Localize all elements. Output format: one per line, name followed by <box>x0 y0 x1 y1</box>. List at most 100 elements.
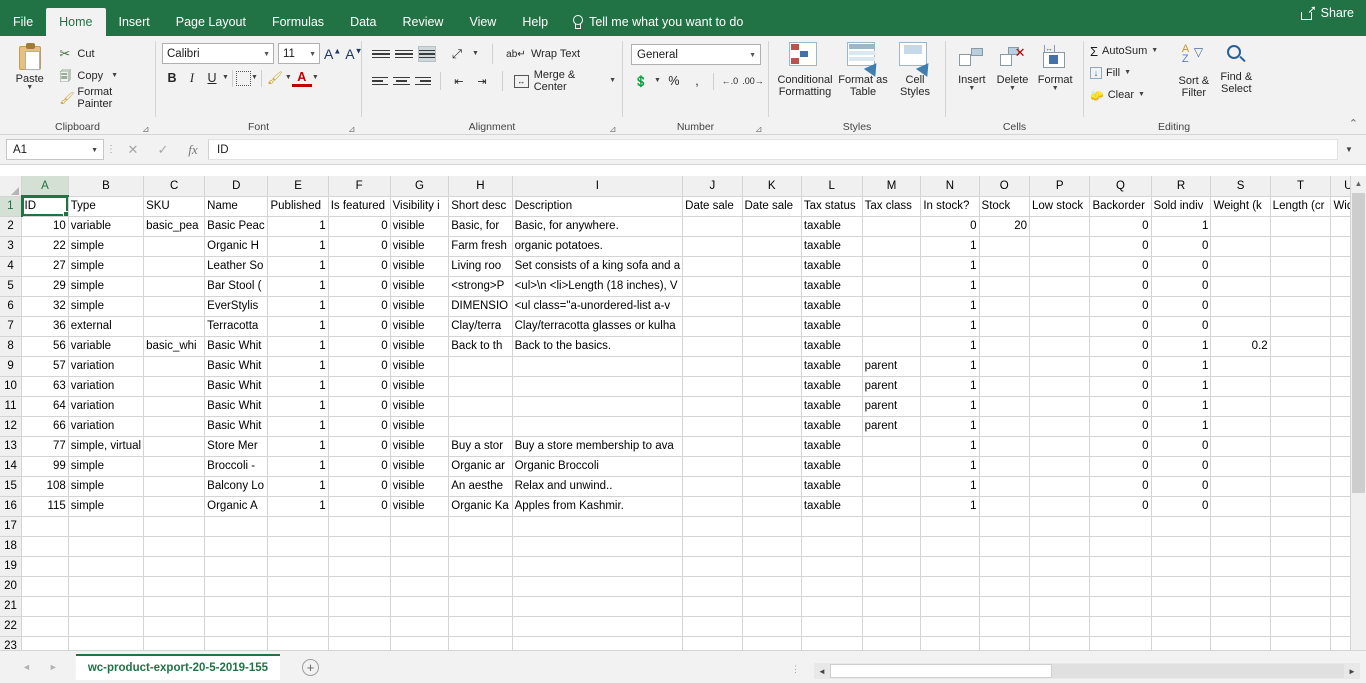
grid-cell[interactable]: Organic Broccoli <box>512 456 683 476</box>
row-header-11[interactable]: 11 <box>0 396 22 416</box>
grid-cell[interactable] <box>1030 536 1090 556</box>
grid-cell[interactable] <box>979 456 1029 476</box>
grid-cell[interactable] <box>1211 396 1270 416</box>
grid-cell[interactable] <box>742 376 801 396</box>
grid-cell[interactable] <box>742 556 801 576</box>
grid-cell[interactable] <box>268 616 328 636</box>
grid-cell[interactable]: external <box>68 316 143 336</box>
grid-cell[interactable]: Bar Stool ( <box>205 276 268 296</box>
align-left-button[interactable] <box>372 73 388 89</box>
grid-cell[interactable]: 0 <box>328 376 390 396</box>
paste-dropdown-caret[interactable]: ▼ <box>26 85 33 91</box>
header-cell[interactable]: Weight (k <box>1211 196 1270 216</box>
grid-cell[interactable] <box>979 616 1029 636</box>
header-cell[interactable]: Tax class <box>862 196 921 216</box>
grid-cell[interactable] <box>862 476 921 496</box>
grid-cell[interactable]: Relax and unwind.. <box>512 476 683 496</box>
grid-cell[interactable] <box>979 556 1029 576</box>
row-header-5[interactable]: 5 <box>0 276 22 296</box>
grid-cell[interactable] <box>1030 636 1090 650</box>
grid-cell[interactable] <box>683 296 742 316</box>
row-header-4[interactable]: 4 <box>0 256 22 276</box>
grid-cell[interactable] <box>1211 536 1270 556</box>
grid-cell[interactable] <box>1090 576 1151 596</box>
grid-cell[interactable]: taxable <box>801 236 862 256</box>
grid-cell[interactable] <box>268 536 328 556</box>
grid-cell[interactable]: Organic A <box>205 496 268 516</box>
accounting-format-button[interactable]: 💲 <box>631 71 651 91</box>
grid-cell[interactable]: taxable <box>801 336 862 356</box>
grid-cell[interactable] <box>1151 516 1211 536</box>
column-header-e[interactable]: E <box>268 176 328 196</box>
column-header-b[interactable]: B <box>68 176 143 196</box>
grid-cell[interactable] <box>512 396 683 416</box>
borders-button[interactable] <box>236 71 251 86</box>
align-right-button[interactable] <box>415 73 431 89</box>
column-header-p[interactable]: P <box>1030 176 1090 196</box>
grid-cell[interactable]: 32 <box>22 296 69 316</box>
grid-cell[interactable] <box>22 516 69 536</box>
grid-cell[interactable] <box>144 256 205 276</box>
grid-cell[interactable] <box>144 236 205 256</box>
grid-cell[interactable] <box>979 536 1029 556</box>
grid-cell[interactable]: 1 <box>921 436 979 456</box>
grid-cell[interactable] <box>512 356 683 376</box>
accounting-dropdown-caret[interactable]: ▼ <box>654 78 661 84</box>
grid-cell[interactable]: simple <box>68 236 143 256</box>
grid-cell[interactable]: visible <box>390 296 449 316</box>
grid-cell[interactable]: parent <box>862 376 921 396</box>
grid-cell[interactable] <box>801 616 862 636</box>
column-header-i[interactable]: I <box>512 176 683 196</box>
scroll-left-arrow[interactable]: ◄ <box>814 667 830 676</box>
grid-cell[interactable] <box>1030 276 1090 296</box>
grid-cell[interactable]: Basic, for <box>449 216 512 236</box>
insert-function-button[interactable]: fx <box>178 142 208 158</box>
column-header-r[interactable]: R <box>1151 176 1211 196</box>
grid-cell[interactable] <box>1270 616 1331 636</box>
grid-cell[interactable] <box>862 576 921 596</box>
grid-cell[interactable]: Broccoli - <box>205 456 268 476</box>
grid-cell[interactable] <box>1030 356 1090 376</box>
grid-cell[interactable] <box>801 516 862 536</box>
grid-cell[interactable] <box>68 516 143 536</box>
grid-cell[interactable]: 0 <box>328 216 390 236</box>
grid-cell[interactable]: 1 <box>268 376 328 396</box>
grid-cell[interactable]: Basic Peac <box>205 216 268 236</box>
row-header-16[interactable]: 16 <box>0 496 22 516</box>
grid-cell[interactable] <box>862 616 921 636</box>
grid-cell[interactable] <box>1270 336 1331 356</box>
row-header-19[interactable]: 19 <box>0 556 22 576</box>
wrap-text-button[interactable]: Wrap Text <box>531 48 580 60</box>
grid-cell[interactable]: Balcony Lo <box>205 476 268 496</box>
column-header-k[interactable]: K <box>742 176 801 196</box>
header-cell[interactable]: Length (cr <box>1270 196 1331 216</box>
grid-cell[interactable]: <ul class="a-unordered-list a-v <box>512 296 683 316</box>
grid-cell[interactable] <box>979 256 1029 276</box>
number-dialog-launcher[interactable] <box>755 125 764 134</box>
grid-cell[interactable]: 0 <box>1090 236 1151 256</box>
grid-cell[interactable]: variable <box>68 336 143 356</box>
row-header-23[interactable]: 23 <box>0 636 22 650</box>
grid-cell[interactable] <box>979 636 1029 650</box>
grid-cell[interactable] <box>1270 496 1331 516</box>
grid-cell[interactable] <box>205 616 268 636</box>
grid-cell[interactable] <box>742 316 801 336</box>
grid-cell[interactable] <box>742 236 801 256</box>
sort-filter-button[interactable]: A Z ▽ Sort & Filter <box>1173 41 1215 99</box>
column-header-c[interactable]: C <box>144 176 205 196</box>
grid-cell[interactable]: taxable <box>801 396 862 416</box>
grid-cell[interactable]: Basic Whit <box>205 416 268 436</box>
grid-cell[interactable]: 1 <box>1151 376 1211 396</box>
grid-cell[interactable] <box>512 576 683 596</box>
grid-cell[interactable] <box>144 396 205 416</box>
grid-cell[interactable] <box>268 556 328 576</box>
grid-cell[interactable] <box>1270 376 1331 396</box>
grid-cell[interactable]: 0 <box>1151 276 1211 296</box>
grid-cell[interactable]: 0 <box>1090 396 1151 416</box>
grid-cell[interactable]: 20 <box>979 216 1029 236</box>
grid-cell[interactable]: 1 <box>921 316 979 336</box>
grid-cell[interactable]: Back to the basics. <box>512 336 683 356</box>
grid-cell[interactable]: simple <box>68 296 143 316</box>
grid-cell[interactable] <box>1270 636 1331 650</box>
grid-cell[interactable]: 1 <box>1151 416 1211 436</box>
